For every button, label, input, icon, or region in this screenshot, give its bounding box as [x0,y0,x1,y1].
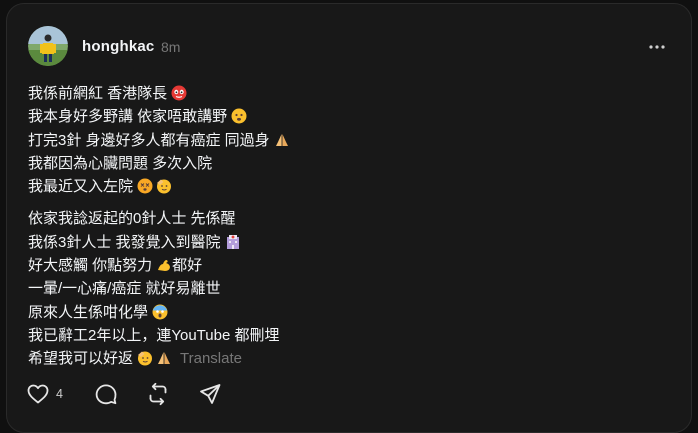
post-text: 原來人生係咁化學 [28,303,149,321]
post-text-line: 依家我諗返起的0針人士 先係醒 [28,207,671,230]
folded-hands-emoji [274,132,290,148]
post-card[interactable]: honghkac 8m 我係前網紅 香港隊長我本身好多野講 依家唔敢講野打完3針… [6,3,692,433]
username[interactable]: honghkac [82,38,154,55]
post-text: 我最近又入左院 [28,178,134,196]
heart-icon [26,382,50,406]
post-text: 我已辭工2年以上，連YouTube 都刪埋 [28,326,280,344]
worried-emoji [231,108,247,124]
post-paragraph: 依家我諗返起的0針人士 先係醒 我係3針人士 我發覺入到醫院 好大感觸 你點努力 都好… [28,207,671,370]
translate-link[interactable]: Translate [180,350,242,367]
post-text: 打完3針 身邊好多人都有癌症 同過身 [28,131,270,149]
hospital-emoji [225,234,241,250]
post-text: 依家我諗返起的0針人士 先係醒 [28,210,236,228]
post-paragraph: 我係前網紅 香港隊長我本身好多野講 依家唔敢講野打完3針 身邊好多人都有癌症 同… [28,82,671,198]
post-text-line: 一暈/一心痛/癌症 就好易離世 [28,277,671,300]
post-text-line: 希望我可以好返 Translate [28,347,671,370]
folded-hands-emoji [156,350,172,366]
post-text-line: 好大感觸 你點努力 都好 [28,254,671,277]
post-text-line: 我已辭工2年以上，連YouTube 都刪埋 [28,324,671,347]
share-button[interactable] [198,381,222,407]
angry-mask-emoji [171,85,187,101]
share-send-icon [198,382,222,406]
post-text: 好大感觸 你點努力 [28,257,153,275]
flexed-biceps-emoji [156,257,172,273]
action-bar: 4 [26,381,326,407]
comment-icon [94,382,118,406]
post-text: 我本身好多野講 依家唔敢講野 [28,108,228,126]
post-text-line: 原來人生係咁化學 [28,301,671,324]
screaming-face-emoji [152,304,168,320]
post-text: 一暈/一心痛/癌症 就好易離世 [28,280,221,298]
comment-button[interactable] [94,381,118,407]
post-text-line: 我最近又入左院 [28,175,671,198]
post-text-line: 我都因為心臟問題 多次入院 [28,152,671,175]
timestamp: 8m [161,39,181,55]
post-text: 我都因為心臟問題 多次入院 [28,154,213,172]
salute-face-emoji [156,178,172,194]
post-text: 我係3針人士 我發覺入到醫院 [28,233,221,251]
post-body: 我係前網紅 香港隊長我本身好多野講 依家唔敢講野打完3針 身邊好多人都有癌症 同… [28,82,671,371]
like-count: 4 [56,387,63,401]
avatar[interactable] [28,26,68,66]
post-text-line: 我係3針人士 我發覺入到醫院 [28,231,671,254]
post-text-line: 我本身好多野講 依家唔敢講野 [28,105,671,128]
dizzy-face-emoji [137,178,153,194]
more-horizontal-icon[interactable] [647,40,667,52]
post-text-line: 打完3針 身邊好多人都有癌症 同過身 [28,129,671,152]
like-button[interactable]: 4 [26,381,63,407]
post-text: 都好 [172,257,203,275]
repost-button[interactable] [146,381,170,407]
repost-icon [146,382,170,406]
salute-face-emoji [137,350,153,366]
post-header: honghkac 8m [28,26,671,68]
post-text: 我係前網紅 香港隊長 [28,85,168,102]
post-text-line: 我係前網紅 香港隊長 [28,82,671,105]
post-text: 希望我可以好返 [28,350,134,368]
